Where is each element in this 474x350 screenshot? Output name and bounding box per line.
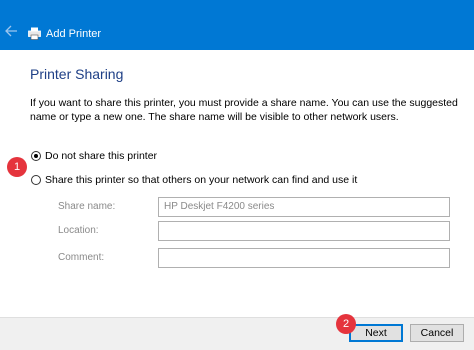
comment-field[interactable]	[158, 248, 450, 268]
location-field[interactable]	[158, 221, 450, 241]
share-name-field[interactable]: HP Deskjet F4200 series	[158, 197, 450, 217]
radio-share[interactable]: Share this printer so that others on you…	[31, 173, 357, 187]
radio-button-unchecked[interactable]	[31, 175, 41, 185]
printer-icon	[28, 27, 41, 40]
window-title: Add Printer	[46, 28, 102, 40]
radio-button-checked[interactable]	[31, 151, 41, 161]
instructions-text: If you want to share this printer, you m…	[30, 97, 458, 123]
share-name-label: Share name:	[58, 201, 116, 212]
location-label: Location:	[58, 225, 99, 236]
cancel-button[interactable]: Cancel	[410, 324, 464, 342]
back-arrow-icon[interactable]	[5, 25, 18, 37]
radio-label-share: Share this printer so that others on you…	[45, 174, 358, 186]
step-marker-2: 2	[336, 314, 356, 334]
comment-label: Comment:	[58, 252, 105, 263]
page-title: Printer Sharing	[30, 66, 124, 82]
radio-label-do-not-share: Do not share this printer	[45, 150, 158, 162]
title-bar: Add Printer	[0, 0, 474, 50]
step-marker-1: 1	[7, 157, 27, 177]
next-button[interactable]: Next	[349, 324, 403, 342]
radio-do-not-share[interactable]: Do not share this printer	[31, 149, 157, 163]
